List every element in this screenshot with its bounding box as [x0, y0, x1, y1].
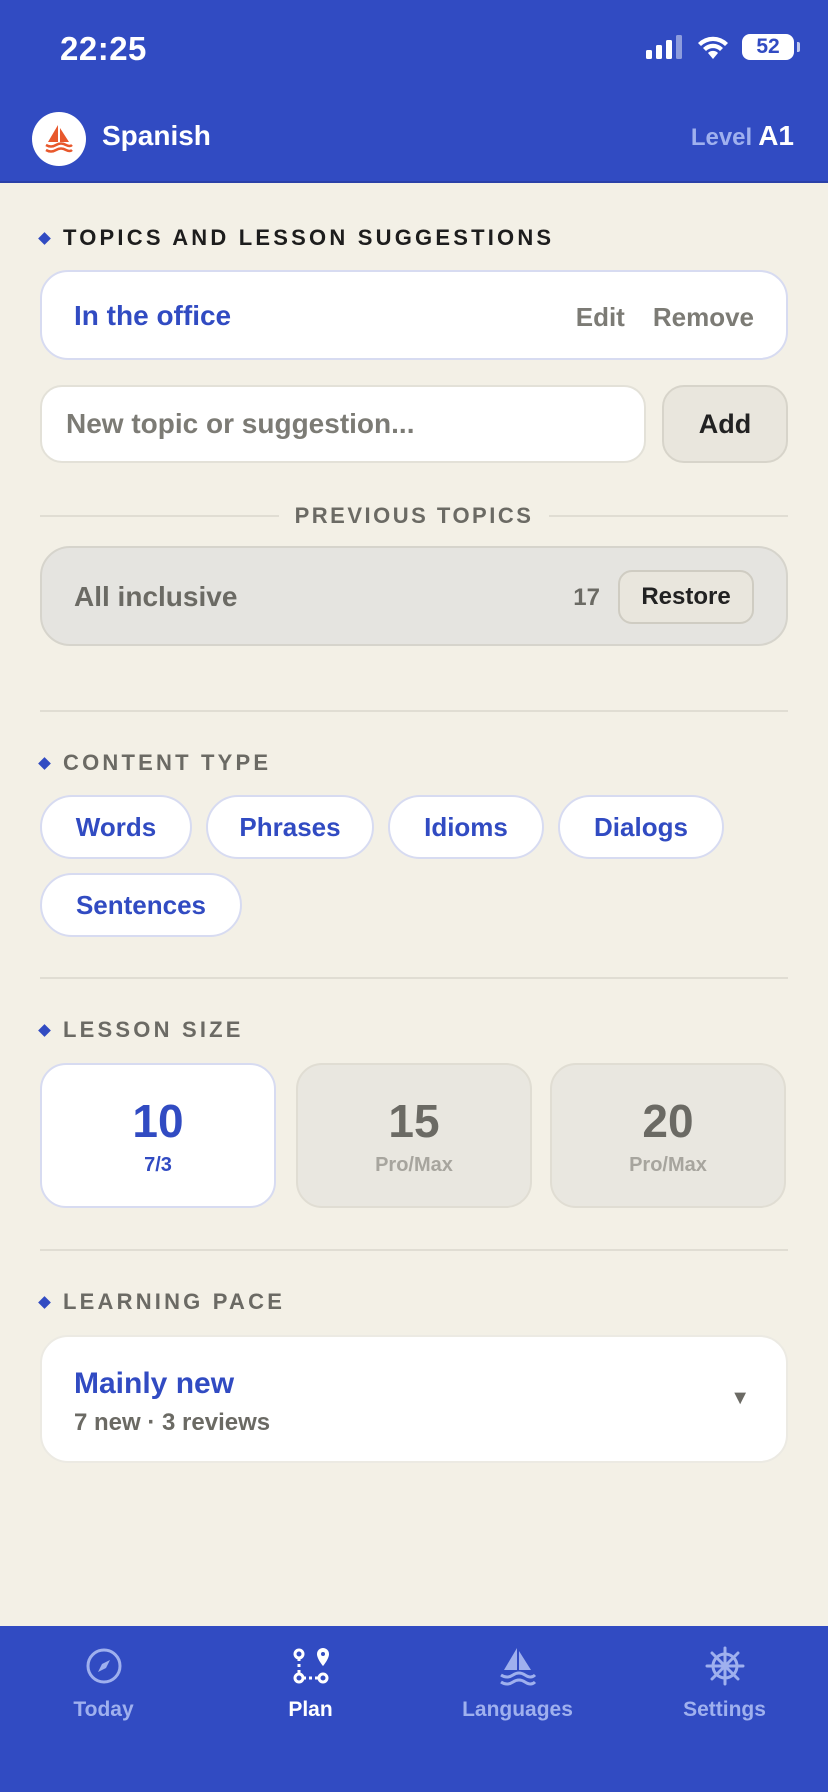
lesson-size-section-title: LESSON SIZE	[38, 1017, 244, 1043]
sailboat-icon	[499, 1648, 536, 1686]
lesson-size-sub: 7/3	[144, 1154, 172, 1176]
current-topic-card: In the office Edit Remove	[40, 270, 788, 360]
learning-pace-section-title: LEARNING PACE	[38, 1289, 285, 1315]
battery-icon: 52	[742, 34, 800, 60]
remove-topic-button[interactable]: Remove	[653, 302, 754, 333]
new-topic-input[interactable]: New topic or suggestion...	[40, 385, 646, 463]
content-type-chip-phrases[interactable]: Phrases	[206, 795, 374, 859]
content-type-section-title: CONTENT TYPE	[38, 750, 271, 776]
tab-label: Settings	[683, 1698, 766, 1721]
tab-plan[interactable]: Plan	[207, 1644, 414, 1722]
caret-down-icon: ▼	[730, 1387, 750, 1409]
lesson-size-sub: Pro/Max	[375, 1154, 453, 1176]
language-title[interactable]: Spanish	[102, 120, 211, 152]
sailboat-logo-icon	[45, 125, 73, 153]
status-icons: 52	[646, 34, 800, 60]
status-time: 22:25	[60, 30, 147, 67]
bottom-tab-bar: Today Plan Languages Settings	[0, 1626, 828, 1792]
learning-pace-selected: Mainly new	[74, 1367, 235, 1400]
app-logo	[32, 112, 86, 166]
level-indicator[interactable]: Level A1	[691, 120, 794, 152]
tab-label: Today	[73, 1698, 134, 1721]
cellular-signal-icon	[646, 35, 682, 59]
edit-topic-button[interactable]: Edit	[576, 302, 625, 333]
tab-label: Languages	[462, 1698, 573, 1721]
previous-topics-label: PREVIOUS TOPICS	[294, 503, 534, 528]
level-value: A1	[758, 120, 794, 151]
section-divider	[40, 710, 788, 712]
section-divider	[40, 1249, 788, 1251]
battery-level: 52	[756, 35, 780, 58]
wifi-icon	[698, 36, 728, 59]
previous-topic-count: 17	[573, 584, 600, 611]
divider-line	[40, 515, 279, 517]
diamond-bullet-icon	[38, 1295, 51, 1309]
compass-icon	[86, 1648, 121, 1684]
route-icon	[293, 1648, 329, 1684]
learning-pace-detail: 7 new · 3 reviews	[74, 1409, 271, 1436]
diamond-bullet-icon	[38, 231, 51, 245]
app-header: 22:25 52 Spanish Level A1	[0, 0, 828, 183]
previous-topic-card: All inclusive 17 Restore	[40, 546, 788, 646]
content-type-chip-words[interactable]: Words	[40, 795, 192, 859]
previous-topics-divider: PREVIOUS TOPICS	[40, 502, 788, 530]
content-type-chip-idioms[interactable]: Idioms	[388, 795, 544, 859]
tab-settings[interactable]: Settings	[621, 1644, 828, 1722]
lesson-size-option-10[interactable]: 10 7/3	[40, 1063, 276, 1208]
level-label: Level	[690, 124, 753, 151]
content-type-chip-sentences[interactable]: Sentences	[40, 873, 242, 937]
learning-pace-select[interactable]: Mainly new 7 new · 3 reviews ▼	[40, 1335, 788, 1463]
lesson-size-value: 10	[132, 1095, 184, 1147]
divider-line	[549, 515, 788, 517]
ship-wheel-icon	[705, 1646, 744, 1686]
topic-actions: Edit Remove	[576, 302, 754, 333]
tab-label: Plan	[288, 1698, 333, 1721]
restore-topic-button[interactable]: Restore	[618, 570, 754, 624]
diamond-bullet-icon	[38, 1023, 51, 1037]
lesson-size-sub: Pro/Max	[629, 1154, 707, 1176]
tab-languages[interactable]: Languages	[414, 1644, 621, 1722]
tab-today[interactable]: Today	[0, 1644, 207, 1722]
diamond-bullet-icon	[38, 756, 51, 770]
topics-section-title: TOPICS AND LESSON SUGGESTIONS	[38, 225, 554, 251]
add-topic-button[interactable]: Add	[662, 385, 788, 463]
section-divider	[40, 977, 788, 979]
lesson-size-value: 15	[388, 1095, 440, 1147]
lesson-size-option-20[interactable]: 20 Pro/Max	[550, 1063, 786, 1208]
current-topic-name: In the office	[74, 300, 232, 331]
previous-topic-name: All inclusive	[74, 581, 238, 612]
content-type-chip-dialogs[interactable]: Dialogs	[558, 795, 724, 859]
lesson-size-value: 20	[642, 1095, 694, 1147]
lesson-size-option-15[interactable]: 15 Pro/Max	[296, 1063, 532, 1208]
